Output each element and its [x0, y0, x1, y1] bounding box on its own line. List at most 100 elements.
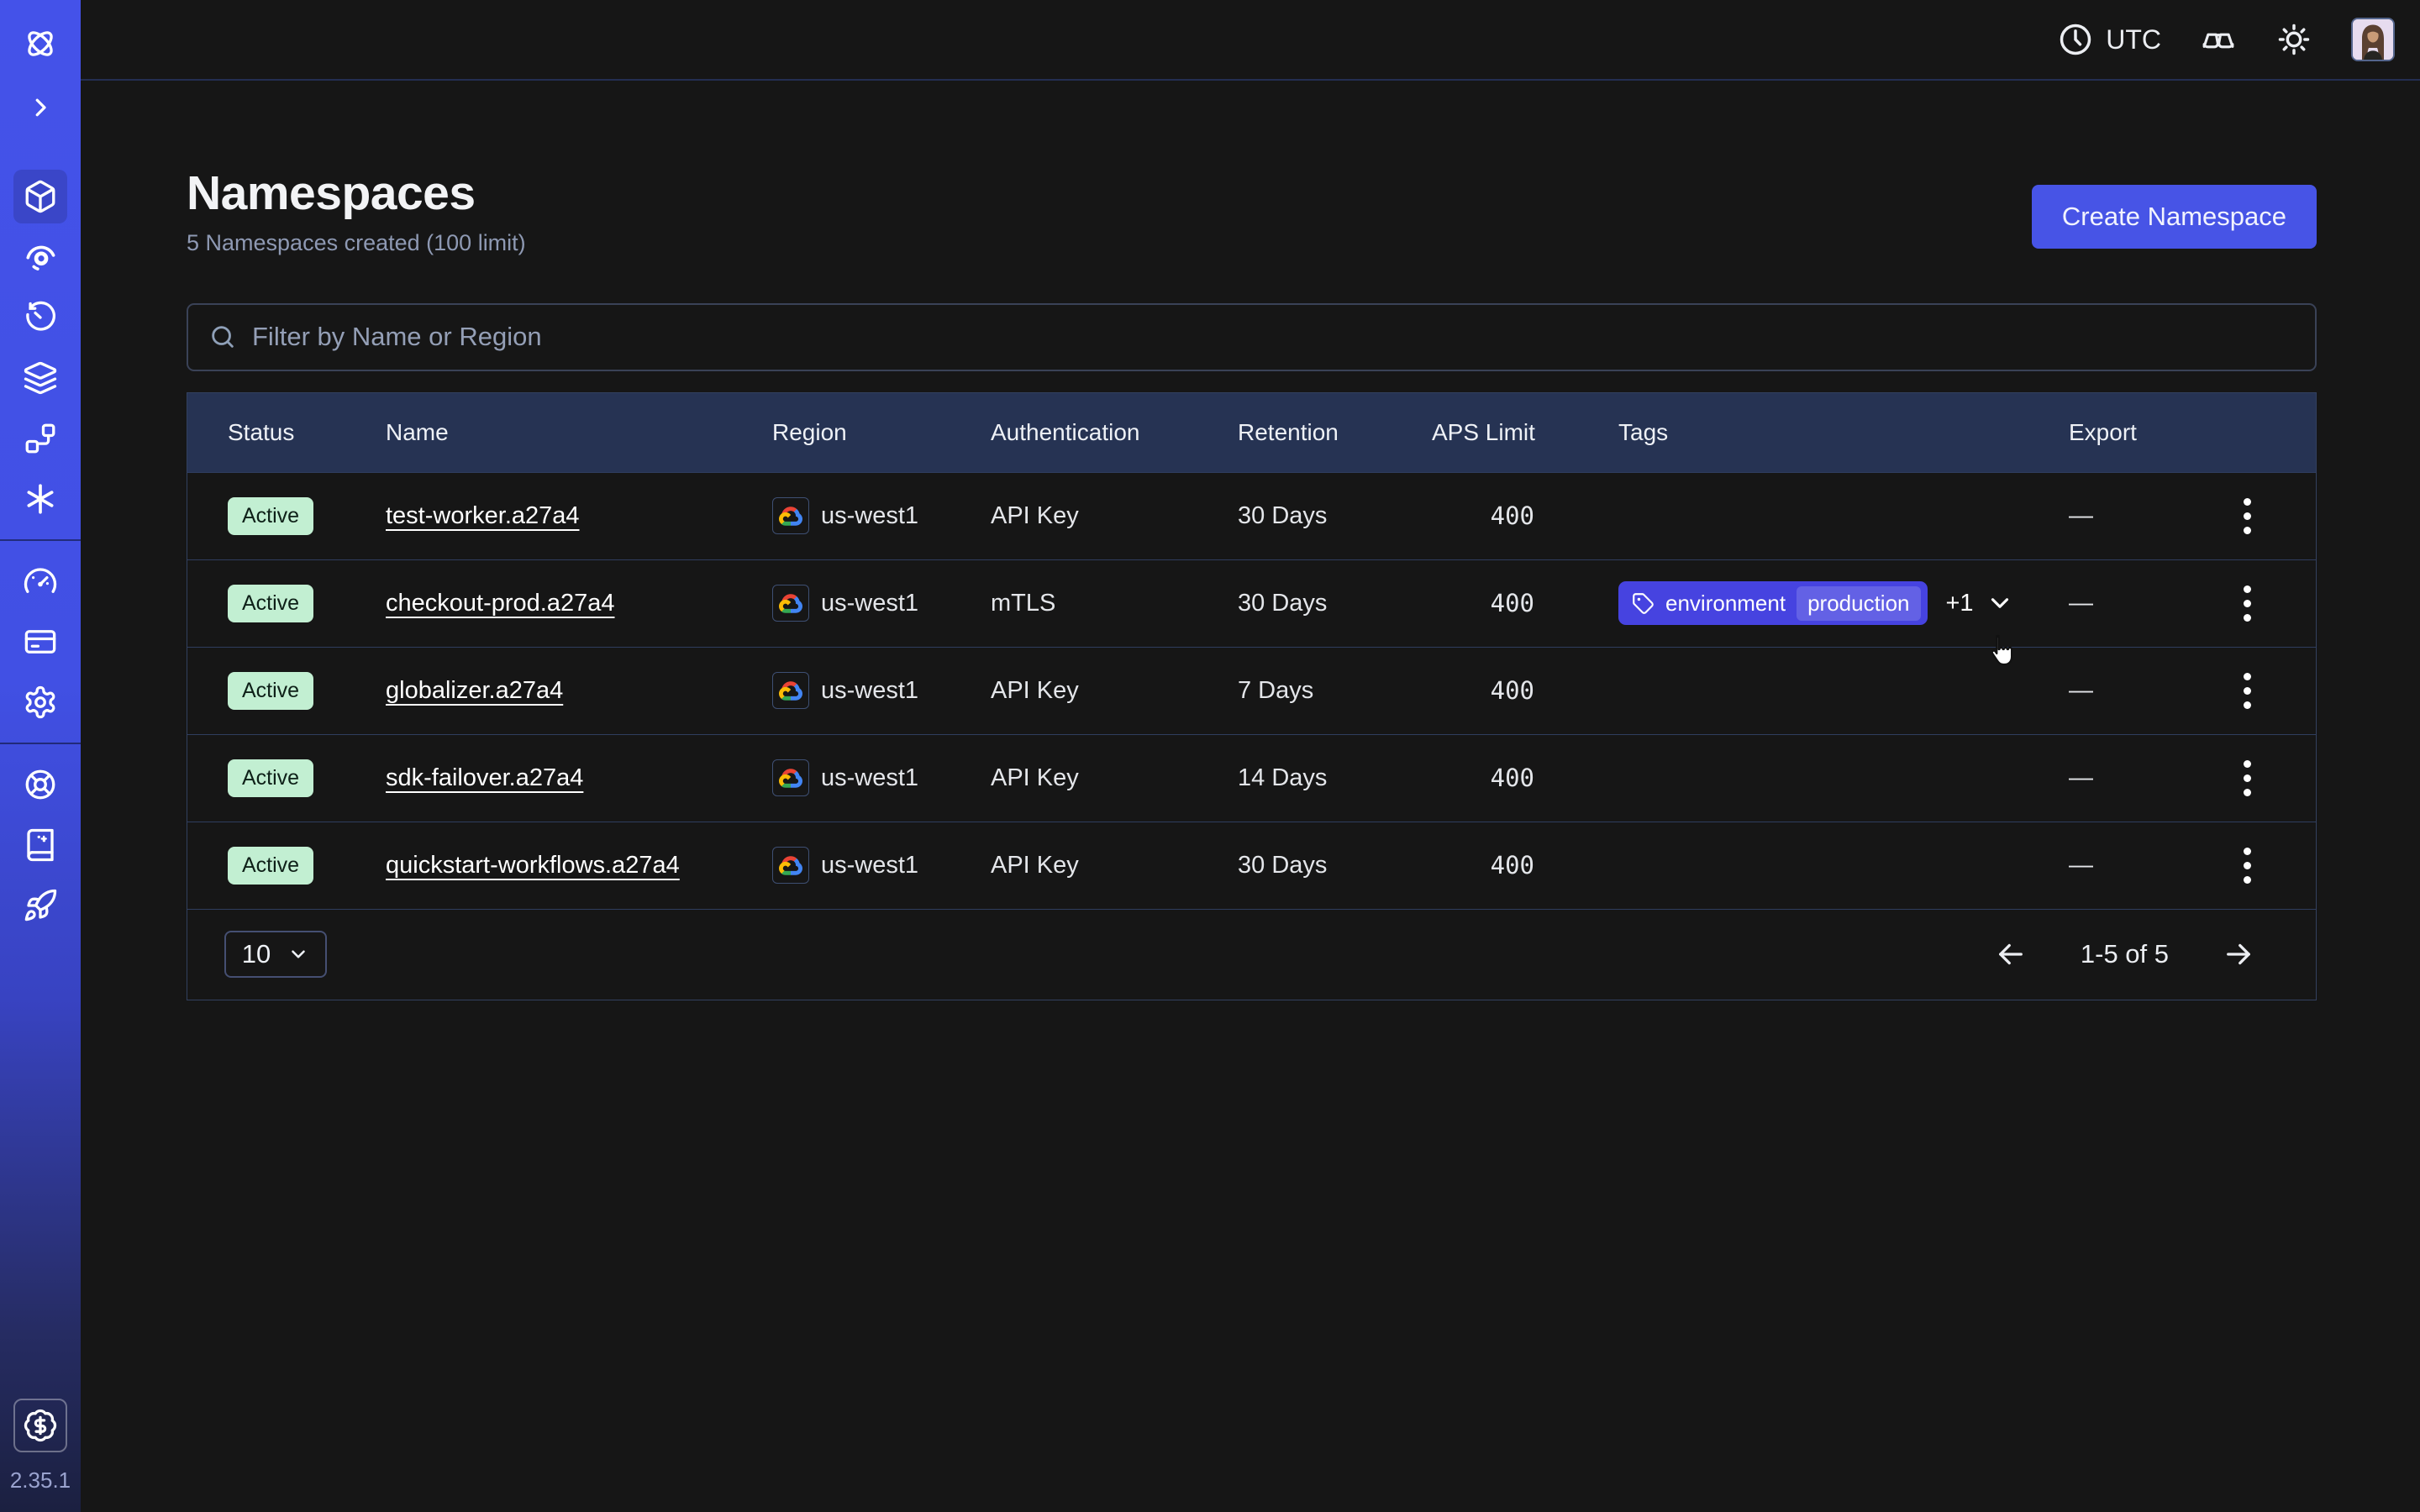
- status-badge: Active: [228, 759, 313, 797]
- chevron-down-icon: [1986, 589, 2014, 617]
- retention-value: 30 Days: [1238, 502, 1432, 530]
- sidebar-item-schedules[interactable]: [13, 291, 67, 344]
- sidebar-item-usage[interactable]: [13, 554, 67, 608]
- prev-page-button[interactable]: [1993, 937, 2028, 972]
- auth-value: mTLS: [991, 590, 1238, 617]
- col-aps-limit: APS Limit: [1432, 419, 1618, 446]
- pagination-range: 1-5 of 5: [2081, 939, 2169, 969]
- aps-limit-value: 400: [1432, 764, 1618, 792]
- row-menu-button[interactable]: [2225, 581, 2269, 625]
- main-content: Namespaces 5 Namespaces created (100 lim…: [81, 82, 2420, 1512]
- sidebar-expand-button[interactable]: [13, 81, 67, 134]
- gcp-region-icon: [772, 497, 809, 534]
- sidebar-item-docs[interactable]: [13, 818, 67, 872]
- table-row: Active checkout-prod.a27a4 us-west1 mTLS…: [187, 559, 2316, 647]
- row-menu-button[interactable]: [2225, 756, 2269, 800]
- next-page-button[interactable]: [2221, 937, 2256, 972]
- page-size-select[interactable]: 10: [224, 931, 327, 978]
- export-value: —: [2069, 590, 2178, 617]
- tag-group: environment production +1: [1618, 581, 2069, 625]
- sidebar-item-getting-started[interactable]: [13, 879, 67, 932]
- tag-value: production: [1797, 586, 1920, 621]
- sidebar-item-nexus[interactable]: [13, 472, 67, 526]
- sidebar-item-namespaces[interactable]: [13, 170, 67, 223]
- gcp-region-icon: [772, 847, 809, 884]
- search-icon: [208, 323, 237, 351]
- aps-limit-value: 400: [1432, 676, 1618, 705]
- gcp-region-icon: [772, 759, 809, 796]
- timezone-button[interactable]: UTC: [2057, 21, 2161, 58]
- table-body: Active test-worker.a27a4 us-west1 API Ke…: [187, 472, 2316, 909]
- sidebar-item-monitor[interactable]: [13, 230, 67, 284]
- table-row: Active sdk-failover.a27a4 us-west1 API K…: [187, 734, 2316, 822]
- status-badge: Active: [228, 847, 313, 885]
- namespaces-table: Status Name Region Authentication Retent…: [187, 392, 2317, 1000]
- gcp-region-icon: [772, 585, 809, 622]
- nexus-asterisk-icon: [23, 481, 58, 517]
- dev-mode-button[interactable]: [2200, 21, 2237, 58]
- table-row: Active quickstart-workflows.a27a4 us-wes…: [187, 822, 2316, 909]
- export-value: —: [2069, 764, 2178, 792]
- auth-value: API Key: [991, 764, 1238, 792]
- row-menu-button[interactable]: [2225, 494, 2269, 538]
- namespace-link[interactable]: globalizer.a27a4: [386, 677, 563, 705]
- retention-value: 30 Days: [1238, 590, 1432, 617]
- sidebar-item-deployments[interactable]: [13, 351, 67, 405]
- sun-icon: [2275, 21, 2312, 58]
- topbar: UTC: [81, 0, 2420, 81]
- row-menu-button[interactable]: [2225, 843, 2269, 887]
- export-value: —: [2069, 502, 2178, 530]
- tag-badge[interactable]: environment production: [1618, 581, 1928, 625]
- tags-expand-chevron[interactable]: [1986, 589, 2014, 617]
- sidebar-item-settings[interactable]: [13, 675, 67, 729]
- col-name: Name: [386, 419, 772, 446]
- app-version: 2.35.1: [10, 1467, 71, 1494]
- chevron-right-icon: [28, 95, 53, 120]
- arrow-left-icon: [1993, 937, 2028, 972]
- region-label: us-west1: [821, 502, 918, 530]
- col-tags: Tags: [1618, 419, 2069, 446]
- sidebar-divider: [0, 743, 81, 744]
- retention-value: 7 Days: [1238, 677, 1432, 705]
- table-row: Active globalizer.a27a4 us-west1 API Key…: [187, 647, 2316, 734]
- timezone-label: UTC: [2106, 24, 2161, 55]
- export-value: —: [2069, 677, 2178, 705]
- billing-card-icon: [23, 624, 58, 659]
- tags-more-label: +1: [1946, 590, 1974, 617]
- region-label: us-west1: [821, 677, 918, 705]
- aps-limit-value: 400: [1432, 851, 1618, 879]
- table-header: Status Name Region Authentication Retent…: [187, 393, 2316, 472]
- glasses-icon: [2200, 21, 2237, 58]
- page-title: Namespaces: [187, 166, 526, 222]
- temporal-logo[interactable]: [13, 17, 67, 71]
- sidebar-item-workflows[interactable]: [13, 412, 67, 465]
- sidebar-item-billing[interactable]: [13, 615, 67, 669]
- pricing-badge-button[interactable]: [13, 1399, 67, 1452]
- region-label: us-west1: [821, 764, 918, 792]
- docs-book-icon: [23, 827, 58, 863]
- sidebar-divider: [0, 539, 81, 541]
- export-value: —: [2069, 852, 2178, 879]
- sidebar-item-support[interactable]: [13, 758, 67, 811]
- filter-input[interactable]: [252, 322, 2295, 352]
- theme-toggle-button[interactable]: [2275, 21, 2312, 58]
- user-avatar[interactable]: [2351, 18, 2395, 61]
- auth-value: API Key: [991, 502, 1238, 530]
- avatar-image: [2353, 19, 2393, 60]
- getting-started-rocket-icon: [23, 888, 58, 923]
- workflow-branch-icon: [23, 421, 58, 456]
- timer-icon: [23, 300, 58, 335]
- col-authentication: Authentication: [991, 419, 1238, 446]
- row-menu-button[interactable]: [2225, 669, 2269, 712]
- table-footer: 10 1-5 of 5: [187, 909, 2316, 1000]
- monitor-eye-icon: [23, 239, 58, 275]
- status-badge: Active: [228, 585, 313, 622]
- namespace-link[interactable]: sdk-failover.a27a4: [386, 764, 583, 792]
- auth-value: API Key: [991, 852, 1238, 879]
- usage-gauge-icon: [23, 564, 58, 599]
- namespace-link[interactable]: test-worker.a27a4: [386, 502, 580, 530]
- namespace-link[interactable]: checkout-prod.a27a4: [386, 590, 614, 617]
- aps-limit-value: 400: [1432, 501, 1618, 530]
- namespace-link[interactable]: quickstart-workflows.a27a4: [386, 852, 680, 879]
- create-namespace-button[interactable]: Create Namespace: [2032, 185, 2317, 249]
